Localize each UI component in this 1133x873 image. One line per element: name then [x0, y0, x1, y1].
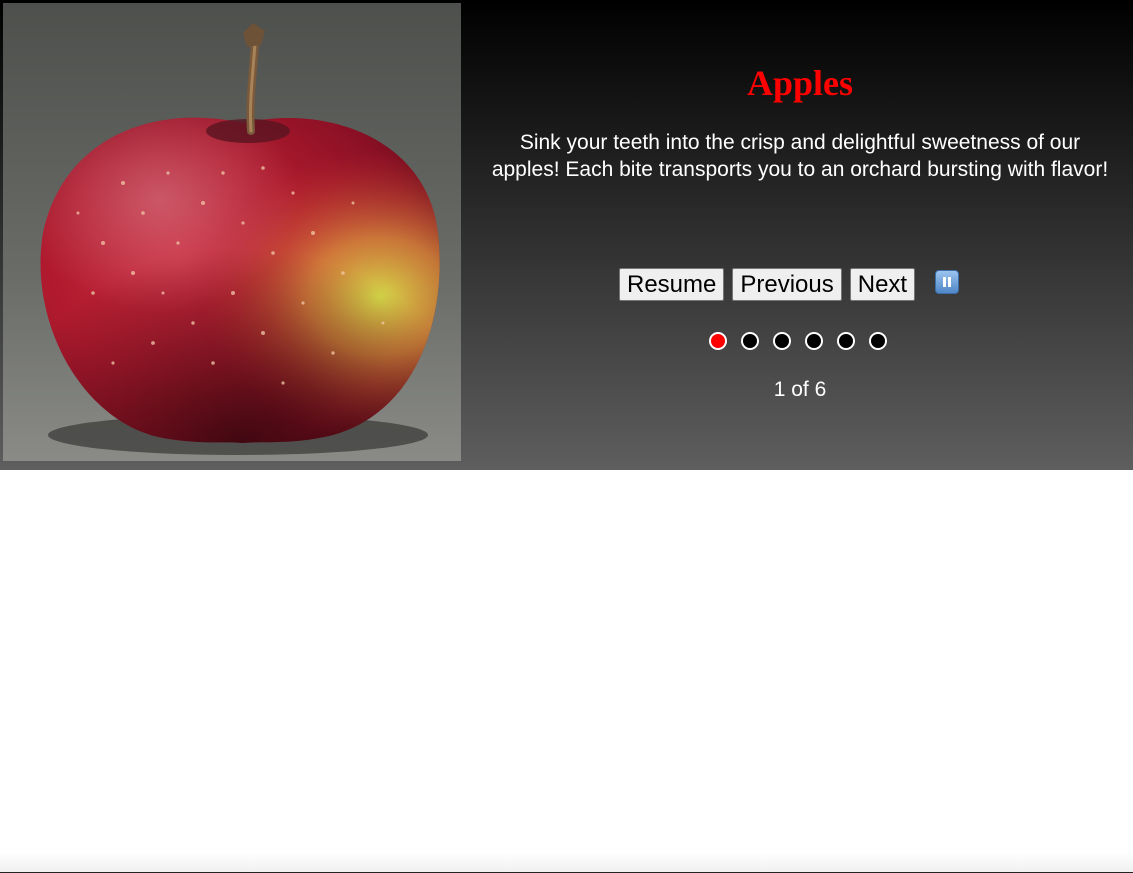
carousel-controls: Resume Previous Next: [619, 268, 960, 302]
page-bottom-edge: [0, 852, 1133, 873]
pause-bar-left: [943, 277, 947, 287]
slide-dot-4[interactable]: [805, 332, 823, 350]
resume-button[interactable]: Resume: [619, 268, 725, 301]
slide-dot-5[interactable]: [837, 332, 855, 350]
next-button[interactable]: Next: [849, 268, 916, 301]
previous-button[interactable]: Previous: [732, 268, 842, 301]
pause-bar-right: [948, 277, 952, 287]
slide-indicator-dots: [709, 332, 901, 350]
slide-dot-6[interactable]: [869, 332, 887, 350]
carousel: Apples Sink your teeth into the crisp an…: [0, 0, 1133, 470]
slide-dot-2[interactable]: [741, 332, 759, 350]
slide-dot-1[interactable]: [709, 332, 727, 350]
slide-title: Apples: [746, 63, 854, 103]
slide-description: Sink your teeth into the crisp and delig…: [491, 131, 1109, 181]
slide-image-apple: [3, 3, 461, 461]
slide-content: Apples Sink your teeth into the crisp an…: [470, 0, 1130, 470]
apple-image: [3, 3, 461, 461]
slide-counter: 1 of 6: [773, 378, 827, 401]
pause-icon[interactable]: [935, 270, 960, 294]
slide-dot-3[interactable]: [773, 332, 791, 350]
